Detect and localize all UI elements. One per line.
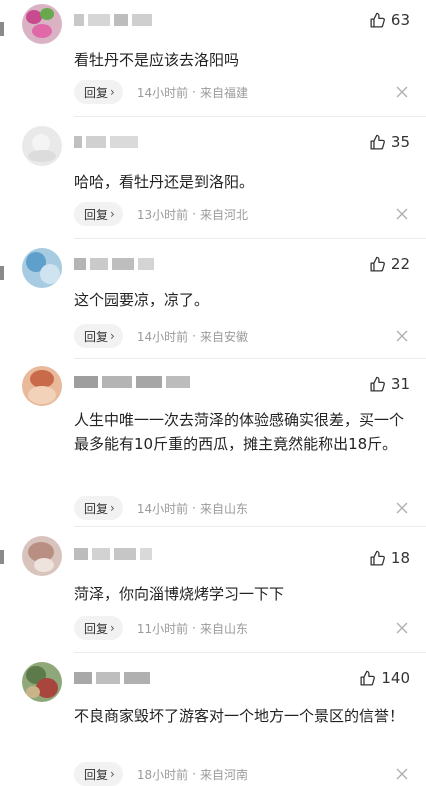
comment-time: 14小时前 xyxy=(136,329,189,344)
like-count: 31 xyxy=(390,375,410,393)
close-icon[interactable] xyxy=(396,208,408,220)
username-blurred[interactable] xyxy=(74,256,154,272)
like-button[interactable]: 140 xyxy=(359,668,410,688)
edge-marker xyxy=(0,22,4,36)
reply-label: 回复 xyxy=(84,501,109,516)
username-blurred[interactable] xyxy=(74,374,194,390)
divider xyxy=(74,526,426,527)
close-icon[interactable] xyxy=(396,502,408,514)
avatar[interactable] xyxy=(22,126,62,166)
close-icon[interactable] xyxy=(396,622,408,634)
avatar[interactable] xyxy=(22,536,62,576)
comment-location: 来自河北 xyxy=(199,207,248,222)
comment-meta: 回复 › 18小时前 · 来自河南 xyxy=(74,762,248,786)
comment-location: 来自山东 xyxy=(199,501,248,516)
like-button[interactable]: 63 xyxy=(369,10,410,30)
reply-button[interactable]: 回复 › xyxy=(74,324,123,348)
comment-text: 这个园要凉，凉了。 xyxy=(74,291,210,309)
thumbs-up-icon xyxy=(370,550,385,566)
like-button[interactable]: 22 xyxy=(369,254,410,274)
like-count: 35 xyxy=(390,133,410,151)
reply-label: 回复 xyxy=(84,207,109,222)
chevron-right-icon: › xyxy=(110,501,115,515)
chevron-right-icon: › xyxy=(110,85,115,99)
avatar[interactable] xyxy=(22,4,62,44)
edge-marker xyxy=(0,266,4,280)
meta-separator: · xyxy=(192,85,196,99)
chevron-right-icon: › xyxy=(110,207,115,221)
comment-time: 14小时前 xyxy=(136,85,189,100)
reply-label: 回复 xyxy=(84,767,109,782)
comment-meta: 回复 › 14小时前 · 来自山东 xyxy=(74,496,248,520)
comment-location: 来自山东 xyxy=(199,621,248,636)
comment-meta: 回复 › 14小时前 · 来自安徽 xyxy=(74,324,248,348)
like-button[interactable]: 35 xyxy=(369,132,410,152)
divider xyxy=(74,358,426,359)
reply-label: 回复 xyxy=(84,621,109,636)
comment-text: 不良商家毁坏了游客对一个地方一个景区的信誉！ xyxy=(74,707,405,725)
meta-separator: · xyxy=(192,501,196,515)
reply-button[interactable]: 回复 › xyxy=(74,202,123,226)
chevron-right-icon: › xyxy=(110,329,115,343)
comment-time: 18小时前 xyxy=(136,767,189,782)
reply-label: 回复 xyxy=(84,85,109,100)
comment-text: 哈哈，看牡丹还是到洛阳。 xyxy=(74,173,255,191)
divider xyxy=(74,238,426,239)
comment-location: 来自河南 xyxy=(199,767,248,782)
reply-button[interactable]: 回复 › xyxy=(74,616,123,640)
username-blurred[interactable] xyxy=(74,134,154,150)
comment-meta: 回复 › 11小时前 · 来自山东 xyxy=(74,616,248,640)
comment-text: 人生中唯一一次去菏泽的体验感确实很差，买一个最多能有10斤重的西瓜，摊主竟然能称… xyxy=(74,411,405,453)
close-icon[interactable] xyxy=(396,768,408,780)
reply-button[interactable]: 回复 › xyxy=(74,762,123,786)
comment-meta: 回复 › 13小时前 · 来自河北 xyxy=(74,202,248,226)
username-blurred[interactable] xyxy=(74,670,154,686)
close-icon[interactable] xyxy=(396,86,408,98)
avatar[interactable] xyxy=(22,366,62,406)
meta-separator: · xyxy=(192,207,196,221)
thumbs-up-icon xyxy=(370,376,385,392)
divider xyxy=(74,652,426,653)
meta-separator: · xyxy=(192,329,196,343)
chevron-right-icon: › xyxy=(110,767,115,781)
thumbs-up-icon xyxy=(370,12,385,28)
chevron-right-icon: › xyxy=(110,621,115,635)
edge-marker xyxy=(0,550,4,564)
close-icon[interactable] xyxy=(396,330,408,342)
comment-location: 来自安徽 xyxy=(199,329,248,344)
comment-time: 14小时前 xyxy=(136,501,189,516)
username-blurred[interactable] xyxy=(74,546,154,562)
thumbs-up-icon xyxy=(370,134,385,150)
like-count: 18 xyxy=(390,549,410,567)
comment-time: 11小时前 xyxy=(136,621,189,636)
comment-time: 13小时前 xyxy=(136,207,189,222)
like-count: 140 xyxy=(381,669,410,687)
like-button[interactable]: 31 xyxy=(369,374,410,394)
divider xyxy=(74,116,426,117)
reply-button[interactable]: 回复 › xyxy=(74,80,123,104)
meta-separator: · xyxy=(192,767,196,781)
thumbs-up-icon xyxy=(370,256,385,272)
reply-button[interactable]: 回复 › xyxy=(74,496,123,520)
thumbs-up-icon xyxy=(360,670,376,686)
comment-text: 看牡丹不是应该去洛阳吗 xyxy=(74,51,240,69)
comment-text: 菏泽，你向淄博烧烤学习一下下 xyxy=(74,585,285,603)
avatar[interactable] xyxy=(22,248,62,288)
like-button[interactable]: 18 xyxy=(369,548,410,568)
meta-separator: · xyxy=(192,621,196,635)
like-count: 63 xyxy=(390,11,410,29)
like-count: 22 xyxy=(390,255,410,273)
username-blurred[interactable] xyxy=(74,12,154,28)
avatar[interactable] xyxy=(22,662,62,702)
comment-meta: 回复 › 14小时前 · 来自福建 xyxy=(74,80,248,104)
comment-location: 来自福建 xyxy=(199,85,248,100)
reply-label: 回复 xyxy=(84,329,109,344)
